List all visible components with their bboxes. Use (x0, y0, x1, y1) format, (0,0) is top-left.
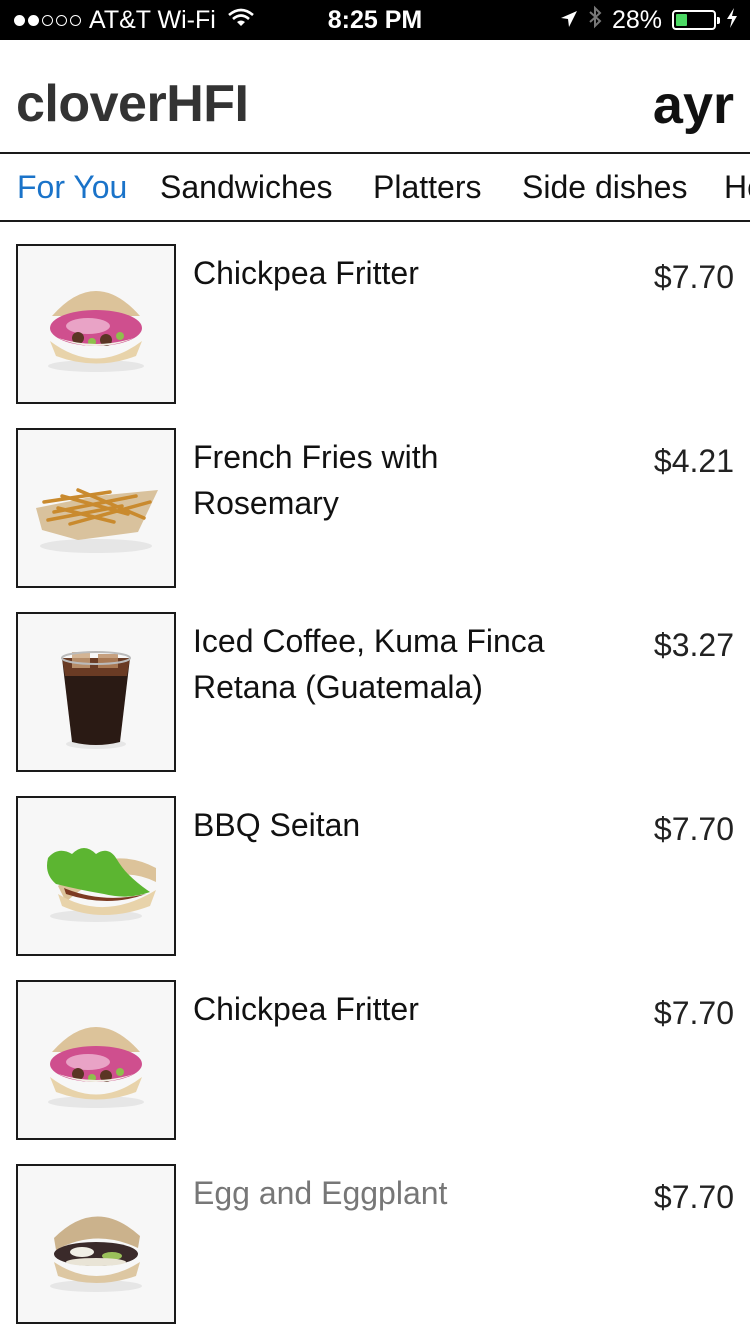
status-bar: AT&T Wi-Fi 8:25 PM 28% (0, 0, 750, 40)
menu-item-price: $7.70 (653, 259, 734, 295)
menu-item[interactable]: Chickpea Fritter $7.70 (0, 220, 750, 404)
location-arrow-icon (560, 6, 578, 35)
status-right: 28% (560, 0, 738, 40)
menu-item[interactable]: Iced Coffee, Kuma Finca Retana (Guatemal… (0, 588, 750, 772)
menu-item-name: Chickpea Fritter (193, 255, 419, 291)
chickpea-fritter-image (16, 980, 176, 1140)
menu-item-price: $4.21 (653, 443, 734, 479)
menu-item-name: Chickpea Fritter (193, 991, 419, 1027)
bluetooth-icon (588, 5, 602, 36)
menu-item-name: BBQ Seitan (193, 807, 361, 843)
battery-percent: 28% (611, 5, 662, 34)
french-fries-image (16, 428, 176, 588)
tab-for-you[interactable]: For You (17, 154, 127, 220)
menu-item[interactable]: French Fries with Rosemary $4.21 (0, 404, 750, 588)
menu-item[interactable]: Egg and Eggplant $7.70 (0, 1140, 750, 1324)
tab-platters[interactable]: Platters (373, 154, 481, 220)
menu-item-name: French Fries with Rosemary (193, 439, 439, 521)
tab-side-dishes[interactable]: Side dishes (522, 154, 687, 220)
category-tabs[interactable]: For You Sandwiches Platters Side dishes … (0, 152, 750, 222)
menu-item[interactable]: Chickpea Fritter $7.70 (0, 956, 750, 1140)
user-account[interactable]: ayr (653, 74, 734, 136)
menu-item-name: Iced Coffee, Kuma Finca Retana (Guatemal… (193, 623, 545, 705)
tab-sandwiches[interactable]: Sandwiches (160, 154, 333, 220)
iced-coffee-image (16, 612, 176, 772)
menu-item[interactable]: BBQ Seitan $7.70 (0, 772, 750, 956)
menu-item-price: $7.70 (653, 811, 734, 847)
app-header: cloverHFI ayr (0, 40, 750, 152)
menu-item-price: $7.70 (653, 1179, 734, 1215)
egg-and-eggplant-image (16, 1164, 176, 1324)
menu-item-price: $3.27 (653, 627, 734, 663)
bbq-seitan-image (16, 796, 176, 956)
charging-bolt-icon (726, 6, 738, 35)
chickpea-fritter-image (16, 244, 176, 404)
menu-item-price: $7.70 (653, 995, 734, 1031)
battery-icon (672, 10, 720, 30)
brand-logo[interactable]: cloverHFI (16, 74, 249, 134)
menu-item-name: Egg and Eggplant (193, 1175, 448, 1211)
tab-hot-drinks[interactable]: Ho (724, 154, 750, 220)
